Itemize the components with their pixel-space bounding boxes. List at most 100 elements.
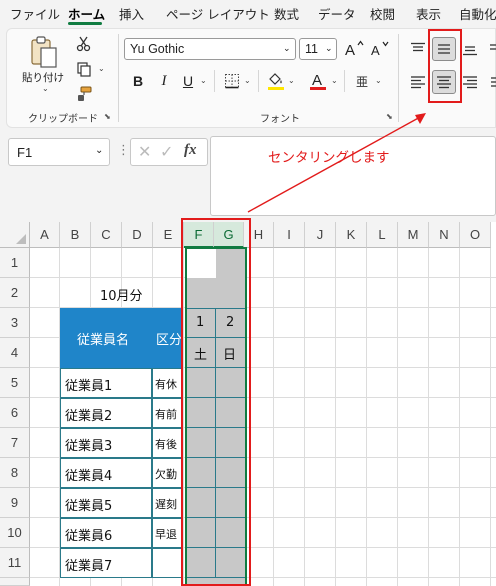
paste-dropdown[interactable]: ⌄ bbox=[42, 84, 49, 93]
kubun-cell[interactable]: 有前 bbox=[152, 398, 182, 428]
border-icon[interactable] bbox=[220, 69, 244, 93]
kubun-value: 有後 bbox=[155, 438, 177, 451]
kubun-cell[interactable]: 早退 bbox=[152, 518, 182, 548]
font-name-value: Yu Gothic bbox=[130, 42, 185, 56]
row-header[interactable]: 7 bbox=[0, 428, 30, 458]
col-header-k[interactable]: K bbox=[336, 222, 367, 248]
active-tab-indicator bbox=[68, 22, 102, 25]
employee-cell[interactable]: 従業員1 bbox=[60, 368, 152, 398]
cut-icon[interactable] bbox=[72, 32, 96, 56]
menu-review[interactable]: 校閲 bbox=[370, 4, 395, 23]
insert-function-icon[interactable]: fx bbox=[184, 142, 197, 159]
font-name-combo[interactable]: Yu Gothic ⌄ bbox=[124, 38, 296, 60]
svg-text:A: A bbox=[312, 72, 322, 89]
svg-text:A: A bbox=[345, 42, 355, 58]
menu-insert[interactable]: 挿入 bbox=[119, 4, 144, 23]
col-header-b[interactable]: B bbox=[60, 222, 91, 248]
row-header[interactable]: 6 bbox=[0, 398, 30, 428]
more-options-icon[interactable]: ⋮ bbox=[117, 143, 130, 158]
row-header[interactable]: 4 bbox=[0, 338, 30, 368]
menu-page-layout[interactable]: ページ レイアウト bbox=[166, 4, 270, 23]
align-left-icon[interactable] bbox=[406, 70, 430, 94]
phonetic-dropdown[interactable]: ⌄ bbox=[375, 76, 382, 85]
kubun-cell[interactable]: 有休 bbox=[152, 368, 182, 398]
phonetic-icon[interactable]: 亜 bbox=[350, 69, 374, 93]
grow-font-icon[interactable]: A bbox=[342, 37, 366, 61]
shrink-font-icon[interactable]: A bbox=[368, 37, 392, 61]
paste-label[interactable]: 貼り付け bbox=[22, 70, 64, 85]
grid-line bbox=[30, 277, 496, 278]
grid-line bbox=[428, 248, 429, 586]
font-size-combo[interactable]: 11 ⌄ bbox=[299, 38, 337, 60]
row-header[interactable]: 11 bbox=[0, 548, 30, 578]
header-kubun: 区分 bbox=[156, 333, 182, 348]
font-color-icon[interactable]: A bbox=[306, 69, 330, 93]
enter-icon[interactable]: ✓ bbox=[160, 142, 173, 161]
italic-icon[interactable]: I bbox=[152, 69, 176, 93]
employee-cell[interactable]: 従業員7 bbox=[60, 548, 152, 578]
border-dropdown[interactable]: ⌄ bbox=[244, 76, 251, 85]
col-header-n[interactable]: N bbox=[429, 222, 460, 248]
copy-dropdown[interactable]: ⌄ bbox=[98, 64, 105, 73]
menu-file[interactable]: ファイル bbox=[10, 4, 60, 23]
formula-buttons: ✕ ✓ fx bbox=[130, 138, 208, 166]
name-box[interactable]: F1 ⌄ bbox=[8, 138, 110, 166]
orientation-icon[interactable] bbox=[483, 37, 496, 61]
employee-name: 従業員4 bbox=[65, 469, 113, 484]
kubun-cell[interactable]: 欠勤 bbox=[152, 458, 182, 488]
row-header[interactable]: 3 bbox=[0, 308, 30, 338]
kubun-value: 有休 bbox=[155, 378, 177, 391]
fill-color-icon[interactable] bbox=[264, 69, 288, 93]
employee-cell[interactable]: 従業員4 bbox=[60, 458, 152, 488]
menu-data[interactable]: データ bbox=[318, 4, 356, 23]
employee-cell[interactable]: 従業員2 bbox=[60, 398, 152, 428]
col-header-d[interactable]: D bbox=[122, 222, 153, 248]
cancel-icon[interactable]: ✕ bbox=[138, 142, 151, 161]
kubun-value: 欠勤 bbox=[155, 468, 177, 481]
col-header-j[interactable]: J bbox=[305, 222, 336, 248]
employee-name: 従業員2 bbox=[65, 409, 113, 424]
paste-icon[interactable] bbox=[26, 34, 62, 70]
indent-icon[interactable] bbox=[483, 70, 496, 94]
chevron-down-icon[interactable]: ⌄ bbox=[95, 145, 103, 156]
employee-name: 従業員3 bbox=[65, 439, 113, 454]
col-header-e[interactable]: E bbox=[153, 222, 184, 248]
row-header[interactable]: 1 bbox=[0, 248, 30, 278]
copy-icon[interactable] bbox=[72, 57, 96, 81]
row-header[interactable]: 10 bbox=[0, 518, 30, 548]
format-painter-icon[interactable] bbox=[72, 82, 96, 106]
clipboard-launcher-icon[interactable]: ⬊ bbox=[104, 112, 111, 121]
phonetic-glyph: 亜 bbox=[355, 74, 368, 89]
font-color-dropdown[interactable]: ⌄ bbox=[331, 76, 338, 85]
employee-cell[interactable]: 従業員5 bbox=[60, 488, 152, 518]
sheet-title: 10月分 bbox=[100, 289, 143, 304]
row-header[interactable]: 9 bbox=[0, 488, 30, 518]
grid-line bbox=[459, 248, 460, 586]
menu-formulas[interactable]: 数式 bbox=[274, 4, 299, 23]
row-header[interactable] bbox=[0, 578, 30, 586]
kubun-cell[interactable]: 有後 bbox=[152, 428, 182, 458]
row-header[interactable]: 5 bbox=[0, 368, 30, 398]
menu-automate[interactable]: 自動化 bbox=[459, 4, 496, 23]
col-header-a[interactable]: A bbox=[30, 222, 60, 248]
align-top-icon[interactable] bbox=[406, 37, 430, 61]
row-header[interactable]: 8 bbox=[0, 458, 30, 488]
kubun-cell[interactable]: 遅刻 bbox=[152, 488, 182, 518]
fill-color-dropdown[interactable]: ⌄ bbox=[288, 76, 295, 85]
menu-view[interactable]: 表示 bbox=[416, 4, 441, 23]
col-header-l[interactable]: L bbox=[367, 222, 398, 248]
kubun-cell[interactable] bbox=[152, 548, 182, 578]
col-header-o[interactable]: O bbox=[460, 222, 491, 248]
underline-icon[interactable]: U bbox=[176, 69, 200, 93]
bold-icon[interactable]: B bbox=[126, 69, 150, 93]
col-header-m[interactable]: M bbox=[398, 222, 429, 248]
employee-cell[interactable]: 従業員6 bbox=[60, 518, 152, 548]
select-all-corner[interactable] bbox=[0, 222, 30, 248]
col-header-i[interactable]: I bbox=[274, 222, 305, 248]
employee-cell[interactable]: 従業員3 bbox=[60, 428, 152, 458]
menu-home[interactable]: ホーム bbox=[68, 4, 105, 23]
underline-dropdown[interactable]: ⌄ bbox=[200, 76, 207, 85]
col-header-c[interactable]: C bbox=[91, 222, 122, 248]
chevron-down-icon: ⌄ bbox=[283, 44, 291, 54]
row-header[interactable]: 2 bbox=[0, 278, 30, 308]
